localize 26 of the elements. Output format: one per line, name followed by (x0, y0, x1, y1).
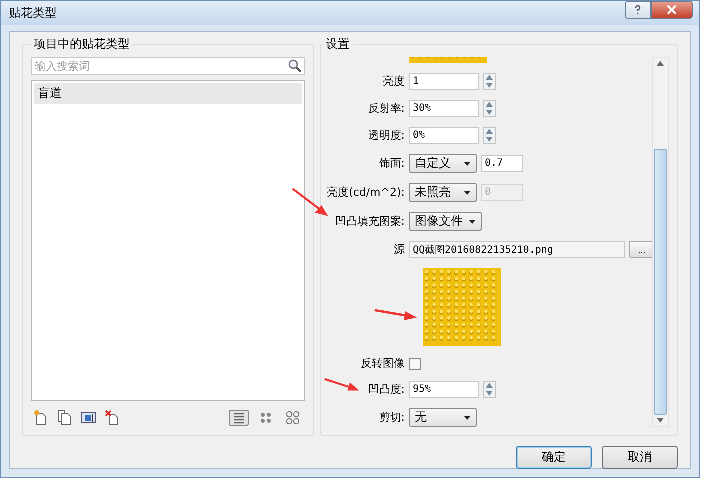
field-label: 源 (394, 242, 405, 257)
field-label: 透明度: (368, 128, 405, 143)
checkbox-label: 反转图像 (361, 356, 405, 371)
field-label: 凹凸度: (368, 382, 405, 397)
group-title: 设置 (325, 36, 351, 53)
dropdown[interactable]: 自定义 (409, 154, 477, 173)
number-field[interactable]: 30% (409, 100, 479, 117)
search-field[interactable]: 输入搜索词 (31, 57, 305, 75)
value-field[interactable]: 0.7 (481, 155, 523, 172)
group-title: 项目中的贴花类型 (33, 36, 131, 53)
field-label: 剪切: (379, 410, 405, 425)
cancel-button[interactable]: 取消 (602, 446, 678, 469)
file-path-field[interactable]: QQ截图20160822135210.png (409, 241, 625, 258)
dropdown[interactable]: 图像文件 (409, 212, 482, 231)
field-label: 亮度(cd/m^2): (327, 185, 405, 200)
field-label: 亮度 (383, 74, 405, 89)
number-field[interactable]: 1 (409, 73, 479, 90)
field-label: 反射率: (368, 101, 405, 116)
ok-button[interactable]: 确定 (516, 446, 592, 469)
field-label: 饰面: (379, 156, 405, 171)
number-field[interactable]: 95% (409, 381, 479, 398)
list-item[interactable]: 盲道 (34, 83, 302, 104)
window-title: 贴花类型 (8, 5, 58, 22)
dropdown[interactable]: 无 (409, 408, 477, 427)
field-label: 凹凸填充图案: (335, 214, 405, 229)
number-field[interactable]: 0% (409, 127, 479, 144)
